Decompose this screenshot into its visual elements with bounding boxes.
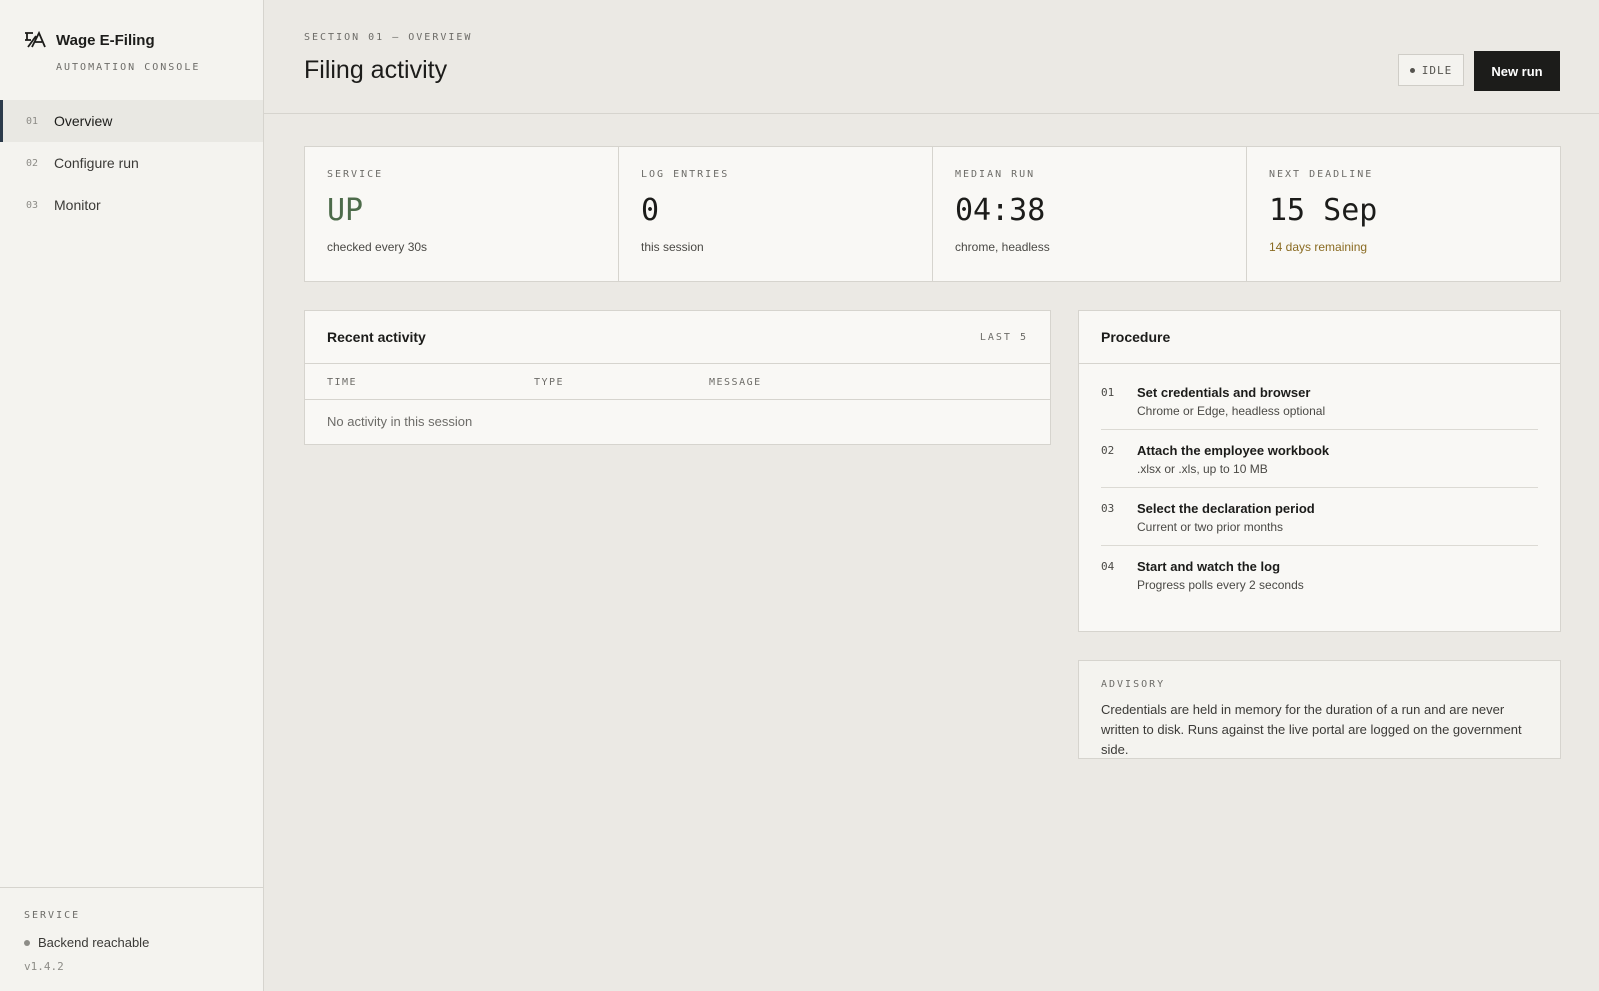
recent-activity-panel: Recent activity LAST 5 TIME TYPE MESSAGE…	[304, 310, 1051, 445]
step-title: Set credentials and browser	[1137, 385, 1311, 400]
panel-header: Recent activity LAST 5	[305, 311, 1050, 364]
new-run-button[interactable]: New run	[1474, 51, 1560, 91]
app-version: v1.4.2	[24, 960, 64, 973]
stat-note: 14 days remaining	[1269, 240, 1368, 254]
stat-label: NEXT DEADLINE	[1269, 169, 1374, 180]
procedure-steps: 01 Set credentials and browser Chrome or…	[1079, 364, 1560, 603]
brand: Wage E-Filing AUTOMATION CONSOLE	[24, 30, 200, 73]
column-header-type: TYPE	[534, 377, 565, 388]
stat-log-entries: LOG ENTRIES 0 this session	[619, 147, 933, 281]
stats-strip: SERVICE UP checked every 30s LOG ENTRIES…	[304, 146, 1561, 282]
panel-title: Recent activity	[327, 329, 426, 345]
stat-label: LOG ENTRIES	[641, 169, 730, 180]
brand-logo-icon	[25, 30, 46, 48]
step-title: Attach the employee workbook	[1137, 443, 1330, 458]
step-description: .xlsx or .xls, up to 10 MB	[1137, 462, 1268, 476]
stat-note: this session	[641, 240, 704, 254]
stat-value: UP	[327, 193, 364, 228]
stat-service: SERVICE UP checked every 30s	[305, 147, 619, 281]
panel-header: Procedure	[1079, 311, 1560, 364]
advisory-label: ADVISORY	[1101, 679, 1166, 690]
status-dot-icon	[24, 939, 30, 946]
step-number: 02	[1101, 444, 1115, 457]
advisory-panel: ADVISORY Credentials are held in memory …	[1078, 660, 1561, 759]
column-header-message: MESSAGE	[709, 377, 762, 388]
sidebar-item-configure-run[interactable]: 02 Configure run	[0, 142, 263, 184]
brand-subtitle: AUTOMATION CONSOLE	[56, 62, 201, 73]
nav-label: Monitor	[54, 197, 101, 213]
status-badge: IDLE	[1398, 54, 1464, 86]
stat-label: SERVICE	[327, 169, 384, 180]
stat-value: 0	[641, 193, 660, 228]
step-description: Chrome or Edge, headless optional	[1137, 404, 1326, 418]
stat-note: checked every 30s	[327, 240, 428, 254]
service-status-text: Backend reachable	[38, 935, 150, 950]
stat-label: MEDIAN RUN	[955, 169, 1036, 180]
stat-note: chrome, headless	[955, 240, 1050, 254]
nav-label: Configure run	[54, 155, 139, 171]
procedure-panel: Procedure 01 Set credentials and browser…	[1078, 310, 1561, 632]
nav-number: 02	[26, 157, 39, 169]
step-title: Start and watch the log	[1137, 559, 1281, 574]
column-header-time: TIME	[327, 377, 358, 388]
procedure-step: 02 Attach the employee workbook .xlsx or…	[1101, 430, 1538, 488]
stat-value: 15 Sep	[1269, 193, 1378, 228]
section-eyebrow: SECTION 01 — OVERVIEW	[304, 32, 473, 43]
page-header: SECTION 01 — OVERVIEW Filing activity ID…	[264, 0, 1599, 114]
sidebar-nav: 01 Overview 02 Configure run 03 Monitor	[0, 100, 263, 226]
procedure-step: 03 Select the declaration period Current…	[1101, 488, 1538, 546]
stat-value: 04:38	[955, 193, 1046, 228]
service-label: SERVICE	[24, 910, 81, 921]
status-badge-label: IDLE	[1421, 63, 1453, 77]
panel-meta: LAST 5	[979, 331, 1028, 343]
nav-label: Overview	[54, 113, 113, 129]
sidebar-item-monitor[interactable]: 03 Monitor	[0, 184, 263, 226]
service-status: Backend reachable	[24, 935, 239, 950]
step-number: 03	[1101, 502, 1115, 515]
brand-title: Wage E-Filing	[56, 31, 155, 49]
nav-number: 01	[26, 115, 39, 127]
sidebar-item-overview[interactable]: 01 Overview	[0, 100, 263, 142]
advisory-text: Credentials are held in memory for the d…	[1101, 702, 1522, 757]
step-number: 04	[1101, 560, 1115, 573]
step-description: Progress polls every 2 seconds	[1137, 578, 1304, 592]
stat-next-deadline: NEXT DEADLINE 15 Sep 14 days remaining	[1247, 147, 1560, 281]
sidebar: Wage E-Filing AUTOMATION CONSOLE 01 Over…	[0, 0, 264, 991]
stat-median-run: MEDIAN RUN 04:38 chrome, headless	[933, 147, 1247, 281]
procedure-step: 04 Start and watch the log Progress poll…	[1101, 546, 1538, 603]
status-dot-icon	[1409, 67, 1415, 73]
step-number: 01	[1101, 386, 1115, 399]
table-header: TIME TYPE MESSAGE	[305, 364, 1050, 400]
panel-title: Procedure	[1101, 329, 1171, 345]
procedure-step: 01 Set credentials and browser Chrome or…	[1101, 372, 1538, 430]
step-title: Select the declaration period	[1137, 501, 1315, 516]
nav-number: 03	[26, 199, 39, 211]
empty-state: No activity in this session	[327, 414, 473, 429]
sidebar-footer: SERVICE Backend reachable v1.4.2	[0, 887, 263, 991]
step-description: Current or two prior months	[1137, 520, 1284, 534]
page-title: Filing activity	[304, 56, 448, 84]
